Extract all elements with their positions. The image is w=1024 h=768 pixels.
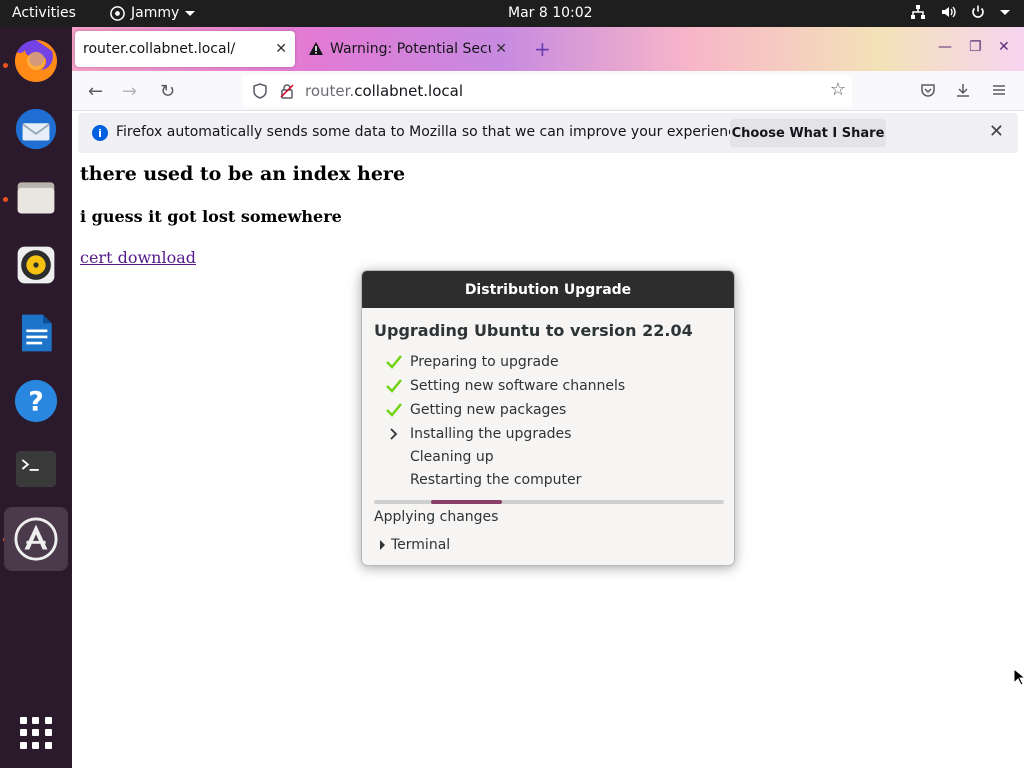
writer-icon[interactable] (4, 301, 68, 365)
chevron-right-icon (386, 426, 402, 442)
expander-arrow-icon (380, 540, 385, 550)
status-text: Applying changes (374, 509, 499, 525)
step-preparing: Preparing to upgrade (386, 352, 559, 372)
step-label: Restarting the computer (410, 472, 582, 488)
lock-icon[interactable] (279, 83, 295, 99)
tab-router[interactable]: router.collabnet.local/ ✕ (75, 31, 295, 67)
close-window-icon[interactable]: ✕ (998, 39, 1010, 55)
close-icon[interactable]: ✕ (495, 41, 507, 57)
chevron-down-icon (185, 10, 196, 16)
dock: ? (0, 27, 72, 768)
data-collection-notice: i Firefox automatically sends some data … (78, 113, 1018, 153)
step-label: Setting new software channels (410, 378, 626, 394)
software-updater-icon[interactable] (4, 507, 68, 571)
step-channels: Setting new software channels (386, 376, 625, 396)
warning-icon (309, 42, 323, 55)
files-icon[interactable] (4, 165, 68, 229)
step-installing: Installing the upgrades (386, 424, 571, 444)
back-icon[interactable]: ← (88, 81, 103, 102)
thunderbird-icon[interactable] (4, 97, 68, 161)
rhythmbox-icon[interactable] (4, 233, 68, 297)
page-subheading: i guess it got lost somewhere (80, 207, 342, 226)
power-icon (972, 5, 984, 18)
nav-bar: ← → ↻ router.collabnet.local ☆ (72, 71, 1024, 111)
upgrade-progress-bar (374, 500, 724, 504)
hamburger-menu-icon[interactable] (991, 82, 1007, 98)
terminal-icon[interactable] (4, 437, 68, 501)
step-spacer (386, 472, 402, 488)
upgrade-heading: Upgrading Ubuntu to version 22.04 (374, 321, 693, 340)
tab-strip: router.collabnet.local/ ✕ Warning: Poten… (72, 27, 1024, 71)
forward-icon[interactable]: → (122, 81, 137, 102)
download-icon[interactable] (955, 82, 971, 98)
info-icon: i (92, 125, 108, 141)
step-label: Preparing to upgrade (410, 354, 559, 370)
step-restarting: Restarting the computer (386, 470, 581, 490)
clock[interactable]: Mar 8 10:02 (508, 5, 593, 21)
page-heading: there used to be an index here (80, 163, 406, 185)
reload-icon[interactable]: ↻ (160, 81, 175, 102)
check-icon (386, 354, 402, 370)
url-text: router.collabnet.local (305, 82, 463, 100)
progress-indicator (431, 500, 502, 504)
system-menu[interactable] (910, 4, 1010, 20)
app-menu[interactable]: Jammy (110, 5, 196, 21)
new-tab-icon[interactable]: + (534, 37, 551, 61)
star-icon[interactable]: ☆ (830, 79, 846, 100)
step-label: Cleaning up (410, 449, 494, 465)
close-icon[interactable]: ✕ (989, 121, 1004, 142)
tab-title: Warning: Potential Secur (330, 41, 492, 57)
app-menu-label: Jammy (131, 5, 180, 21)
network-icon (911, 5, 925, 19)
top-bar: Activities Jammy Mar 8 10:02 (0, 0, 1024, 27)
url-subdomain: router. (305, 82, 355, 100)
activities-button[interactable]: Activities (12, 5, 76, 21)
minimize-icon[interactable]: — (938, 39, 952, 55)
help-icon[interactable]: ? (4, 369, 68, 433)
step-packages: Getting new packages (386, 400, 566, 420)
step-label: Installing the upgrades (410, 426, 572, 442)
volume-icon (942, 6, 956, 18)
check-icon (386, 378, 402, 394)
app-menu-icon (110, 5, 125, 21)
distribution-upgrade-dialog: Distribution Upgrade Upgrading Ubuntu to… (361, 270, 735, 566)
close-icon[interactable]: ✕ (275, 41, 287, 57)
url-bar[interactable]: router.collabnet.local ☆ (242, 75, 852, 107)
step-label: Getting new packages (410, 402, 567, 418)
step-cleaning: Cleaning up (386, 447, 494, 467)
dialog-title: Distribution Upgrade (362, 271, 734, 308)
terminal-label: Terminal (391, 537, 451, 553)
pocket-icon[interactable] (920, 82, 936, 98)
mouse-cursor-icon (1013, 668, 1024, 686)
choose-what-i-share-button[interactable]: Choose What I Share (730, 119, 886, 147)
url-domain: collabnet.local (354, 82, 464, 100)
firefox-icon[interactable] (4, 29, 68, 93)
svg-text:?: ? (28, 387, 44, 418)
terminal-expander[interactable]: Terminal (380, 537, 450, 553)
check-icon (386, 402, 402, 418)
tab-title: router.collabnet.local/ (83, 41, 236, 57)
restore-icon[interactable]: ❐ (969, 39, 982, 55)
tab-warning[interactable]: Warning: Potential Secur ✕ (300, 31, 515, 67)
shield-icon[interactable] (252, 83, 268, 99)
chevron-down-icon (1000, 9, 1010, 15)
show-applications-icon[interactable] (20, 717, 52, 749)
cert-download-link[interactable]: cert download (80, 248, 196, 267)
step-spacer (386, 449, 402, 465)
notice-message: Firefox automatically sends some data to… (116, 124, 749, 140)
